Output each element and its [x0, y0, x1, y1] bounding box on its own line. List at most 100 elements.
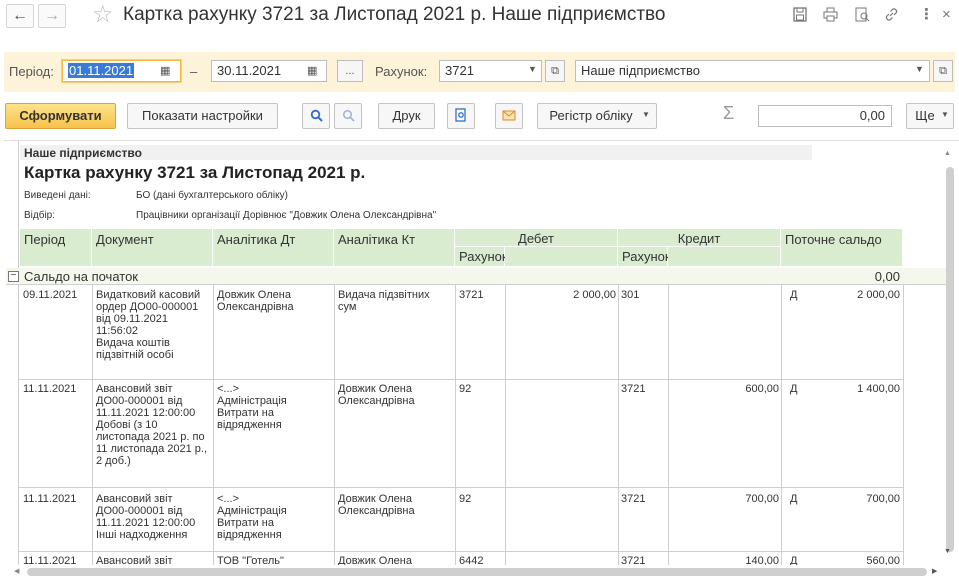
- scroll-right-icon[interactable]: ▶: [932, 567, 937, 575]
- row1-document[interactable]: Видатковий касовий ордер ДО00-000001 від…: [96, 289, 200, 361]
- row2-balance-type: Д: [790, 383, 798, 395]
- search-button[interactable]: [302, 103, 330, 129]
- col-period-label: Період: [24, 232, 66, 247]
- row1-period: 09.11.2021: [23, 289, 78, 301]
- col-analytics-kt: Аналітика Кт: [334, 229, 455, 267]
- favorite-star-icon[interactable]: ☆: [92, 2, 114, 28]
- filter-label: Відбір:: [24, 210, 56, 221]
- generate-button[interactable]: Сформувати: [5, 103, 116, 129]
- col-credit-account: Рахунок: [618, 247, 671, 267]
- dropdown-arrow-icon: ▼: [941, 110, 949, 119]
- link-icon[interactable]: [884, 7, 899, 26]
- row1-analytics-dt: Довжик Олена Олександрівна: [217, 289, 294, 313]
- opening-balance-value: 0,00: [874, 269, 900, 284]
- row2-analytics-kt: Довжик Олена Олександрівна: [338, 383, 415, 407]
- col-period: Період: [20, 229, 92, 267]
- forward-arrow-icon: →: [44, 7, 60, 24]
- preview-icon: [455, 108, 467, 123]
- col-balance-label: Поточне сальдо: [785, 232, 882, 247]
- row3-credit-sum: 700,00: [745, 493, 779, 505]
- search-icon: [310, 108, 323, 123]
- data-value: БО (дані бухгалтерського обліку): [136, 190, 288, 201]
- period-to-value: 30.11.2021: [217, 63, 282, 78]
- account-field[interactable]: 3721: [439, 60, 542, 82]
- grid-line: [668, 285, 669, 581]
- more-vertical-icon[interactable]: ⋮: [919, 7, 934, 23]
- scroll-left-icon[interactable]: ◀: [14, 567, 19, 575]
- row1-analytics-kt: Видача підзвітних сум: [338, 289, 430, 313]
- row2-analytics-dt: <...> Адміністрація Витрати на відряджен…: [217, 383, 287, 431]
- scroll-down-icon[interactable]: ▼: [944, 548, 951, 555]
- col-debit-account: Рахунок: [455, 247, 508, 267]
- open-organization-button[interactable]: ⧉: [933, 60, 953, 82]
- print-icon[interactable]: [823, 7, 838, 26]
- col-analytics-dt: Аналітика Дт: [213, 229, 334, 267]
- vertical-scrollbar-thumb[interactable]: [946, 167, 954, 552]
- row-separator: [19, 379, 904, 380]
- scroll-up-icon[interactable]: ▲: [944, 150, 951, 157]
- back-button[interactable]: ←: [6, 4, 34, 28]
- row3-credit-account: 3721: [621, 493, 646, 505]
- forward-button[interactable]: →: [38, 4, 66, 28]
- period-select-button[interactable]: ...: [337, 60, 363, 82]
- grid-line: [505, 285, 506, 581]
- row3-period: 11.11.2021: [23, 493, 77, 505]
- report-left-border: [18, 141, 19, 581]
- chevron-down-icon[interactable]: ▼: [915, 64, 924, 74]
- calendar-icon[interactable]: ▦: [307, 64, 317, 77]
- grid-line: [334, 285, 335, 581]
- horizontal-scrollbar-thumb[interactable]: [27, 568, 927, 576]
- account-label: Рахунок:: [375, 64, 428, 79]
- period-dash: –: [190, 64, 198, 79]
- period-from-value: 01.11.2021: [68, 63, 135, 78]
- close-icon[interactable]: ×: [942, 7, 951, 23]
- organization-field[interactable]: Наше підприємство: [575, 60, 930, 82]
- row3-balance: 700,00: [866, 493, 900, 505]
- report-area[interactable]: Наше підприємство Картка рахунку 3721 за…: [4, 140, 959, 581]
- report-org-name: Наше підприємство: [24, 146, 142, 160]
- preview-button[interactable]: [447, 103, 475, 129]
- grid-line: [903, 285, 904, 581]
- print-button[interactable]: Друк: [378, 103, 435, 129]
- open-icon: ⧉: [939, 65, 947, 77]
- register-button[interactable]: Регістр обліку: [537, 103, 657, 129]
- row-separator: [19, 487, 904, 488]
- col-debit-account-label: Рахунок: [459, 249, 508, 264]
- collapse-icon[interactable]: −: [8, 271, 19, 282]
- dropdown-arrow-icon: ▼: [642, 110, 650, 119]
- sum-field[interactable]: 0,00: [758, 105, 892, 127]
- row3-balance-type: Д: [790, 493, 798, 505]
- sum-value: 0,00: [859, 108, 885, 123]
- row3-document[interactable]: Авансовий звіт ДО00-000001 від 11.11.202…: [96, 493, 195, 541]
- window-title: Картка рахунку 3721 за Листопад 2021 р. …: [123, 4, 666, 25]
- search-cancel-button[interactable]: [334, 103, 362, 129]
- show-settings-button[interactable]: Показати настройки: [127, 103, 278, 129]
- col-document-label: Документ: [96, 232, 154, 247]
- row2-credit-sum: 600,00: [745, 383, 779, 395]
- account-value: 3721: [445, 63, 474, 78]
- preview-icon[interactable]: [855, 7, 870, 26]
- row2-document[interactable]: Авансовий звіт ДО00-000001 від 11.11.202…: [96, 383, 207, 467]
- row3-analytics-dt: <...> Адміністрація Витрати на відряджен…: [217, 493, 287, 541]
- organization-value: Наше підприємство: [581, 63, 700, 78]
- col-debit-sum: [505, 247, 618, 267]
- chevron-down-icon[interactable]: ▼: [528, 64, 537, 74]
- back-arrow-icon: ←: [12, 7, 28, 24]
- register-label: Регістр обліку: [549, 108, 633, 123]
- row1-balance: 2 000,00: [857, 289, 900, 301]
- col-analytics-kt-label: Аналітика Кт: [338, 232, 416, 247]
- calendar-icon[interactable]: ▦: [160, 64, 170, 77]
- email-button[interactable]: [495, 103, 523, 129]
- filter-value: Працівники організації Дорівнює "Довжик …: [136, 210, 437, 221]
- open-account-button[interactable]: ⧉: [545, 60, 565, 82]
- row2-credit-account: 3721: [621, 383, 646, 395]
- grid-line: [455, 285, 456, 581]
- row-separator: [19, 551, 904, 552]
- col-document: Документ: [92, 229, 213, 267]
- data-label: Виведені дані:: [24, 190, 91, 201]
- more-label: Ще: [915, 108, 935, 123]
- row2-debit-account: 92: [459, 383, 472, 395]
- col-credit-account-label: Рахунок: [622, 249, 671, 264]
- opening-balance-row: [6, 268, 946, 285]
- save-icon[interactable]: [793, 7, 807, 26]
